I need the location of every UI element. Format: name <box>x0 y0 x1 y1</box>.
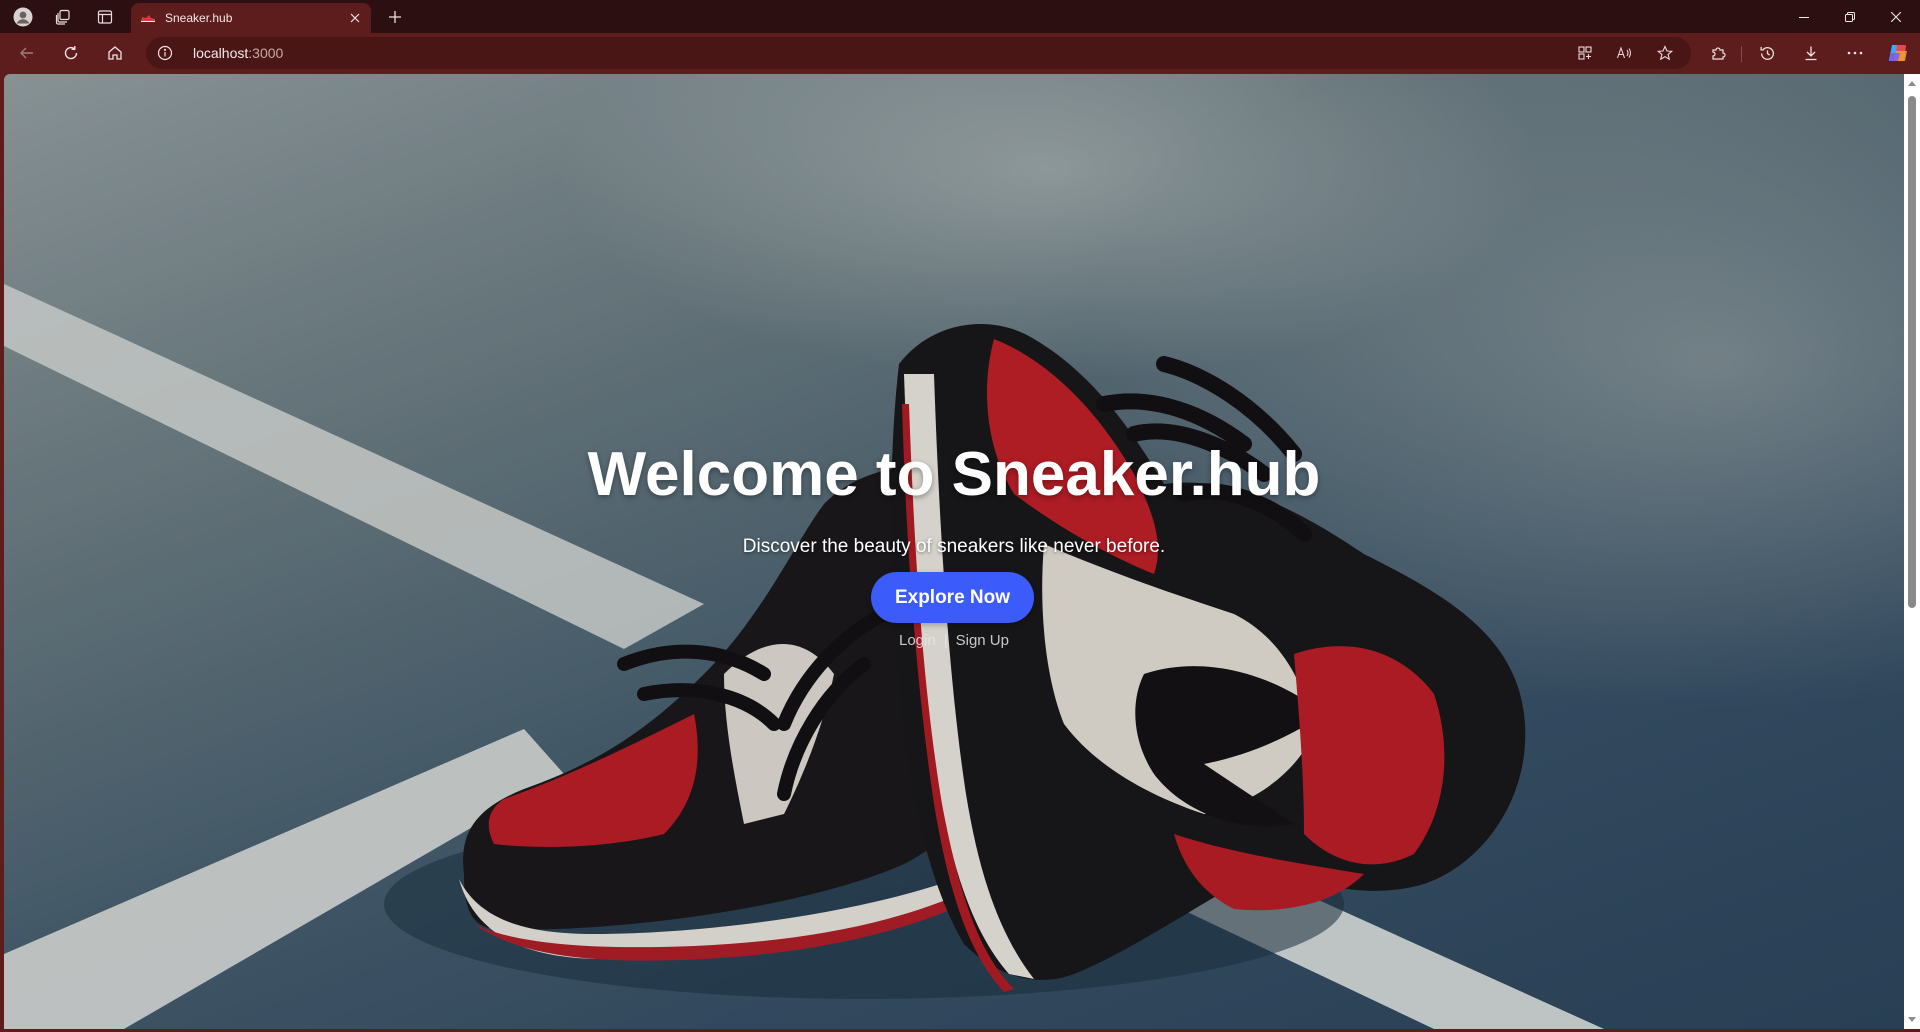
workspaces-icon[interactable] <box>48 0 78 33</box>
plus-icon <box>389 11 401 23</box>
auth-links: Login | Sign Up <box>4 632 1904 649</box>
scroll-up-icon[interactable] <box>1908 80 1916 88</box>
url-port: :3000 <box>248 45 284 61</box>
scroll-down-icon[interactable] <box>1908 1015 1916 1023</box>
url-text[interactable]: localhost:3000 <box>193 45 283 61</box>
close-icon[interactable] <box>341 4 369 32</box>
home-icon <box>108 46 122 60</box>
app-grid-icon <box>1578 46 1592 60</box>
page-viewport: Welcome to Sneaker.hub Discover the beau… <box>4 74 1904 1029</box>
tab-actions-icon[interactable] <box>90 0 120 33</box>
tab-sneaker-hub[interactable]: Sneaker.hub <box>131 3 371 33</box>
copilot-button[interactable] <box>1882 37 1914 69</box>
history-icon <box>1759 46 1774 60</box>
copilot-icon <box>1889 45 1907 61</box>
minimize-icon <box>1799 16 1809 18</box>
home-button[interactable] <box>99 37 131 69</box>
puzzle-icon <box>1712 47 1726 60</box>
download-icon <box>1805 46 1817 61</box>
url-host: localhost <box>193 45 249 61</box>
back-button[interactable] <box>11 37 43 69</box>
hero-section: Welcome to Sneaker.hub Discover the beau… <box>4 74 1904 1029</box>
signup-link[interactable]: Sign Up <box>956 632 1009 649</box>
auth-separator: | <box>943 632 948 649</box>
profile-avatar-icon[interactable] <box>8 0 38 33</box>
restore-icon <box>1845 11 1855 22</box>
hero-subtitle: Discover the beauty of sneakers like nev… <box>742 536 1166 557</box>
extensions-button[interactable] <box>1702 37 1734 69</box>
title-bar: Sneaker.hub <box>0 0 1920 33</box>
toolbar-divider <box>1741 46 1742 62</box>
browser-toolbar: localhost:3000 <box>0 33 1920 74</box>
more-dots-icon <box>1847 51 1863 55</box>
app-available-button[interactable] <box>1572 41 1598 65</box>
read-aloud-button[interactable] <box>1612 41 1638 65</box>
history-button[interactable] <box>1751 37 1783 69</box>
info-icon[interactable] <box>157 45 173 61</box>
restore-button[interactable] <box>1827 0 1873 33</box>
hero-content: Welcome to Sneaker.hub Discover the beau… <box>4 74 1904 1029</box>
scrollbar-thumb[interactable] <box>1908 96 1916 608</box>
favorite-button[interactable] <box>1652 41 1678 65</box>
tab-title: Sneaker.hub <box>165 11 233 25</box>
star-icon <box>1657 45 1673 61</box>
close-window-icon <box>1891 11 1901 22</box>
read-aloud-icon <box>1616 46 1632 59</box>
new-tab-button[interactable] <box>380 2 410 32</box>
hero-title: Welcome to Sneaker.hub <box>587 440 1321 509</box>
refresh-button[interactable] <box>55 37 87 69</box>
explore-now-button[interactable]: Explore Now <box>871 572 1034 623</box>
close-window-button[interactable] <box>1873 0 1919 33</box>
arrow-left-icon <box>20 47 33 59</box>
login-link[interactable]: Login <box>899 632 936 649</box>
downloads-button[interactable] <box>1795 37 1827 69</box>
refresh-icon <box>64 46 78 60</box>
sneaker-favicon-icon <box>140 10 156 26</box>
minimize-button[interactable] <box>1781 0 1827 33</box>
page-scrollbar[interactable] <box>1904 74 1920 1029</box>
address-bar[interactable]: localhost:3000 <box>146 37 1691 69</box>
menu-button[interactable] <box>1839 37 1871 69</box>
